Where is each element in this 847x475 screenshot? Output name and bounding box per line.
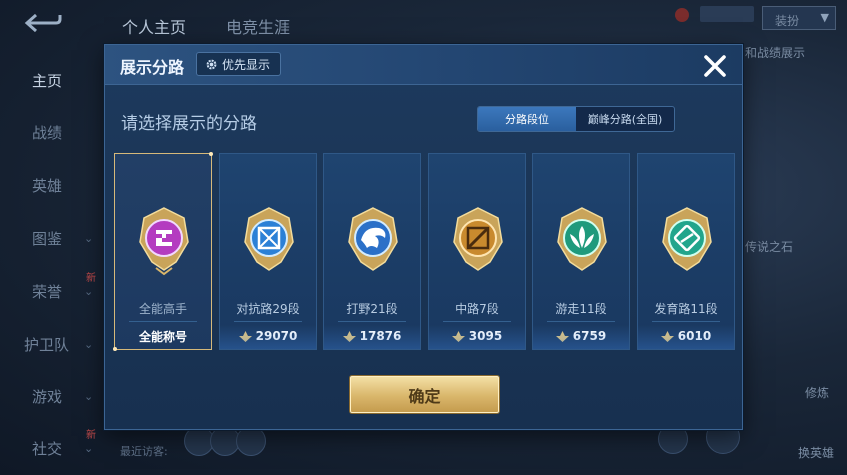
legend-stone-label: 传说之石 [745,240,794,254]
sidebar-item-label: 主页 [32,71,63,90]
clash-lane-badge-icon [244,207,294,271]
record-display-label: 和战绩展示 [745,46,806,60]
farm-lane-badge-icon [662,207,712,271]
sidebar-item-label: 荣誉 [32,282,63,301]
chevron-down-icon: ⌄ [84,441,94,455]
new-badge: 新 [86,430,96,441]
dialog-title: 展示分路 [120,58,185,77]
card-divider [129,321,197,322]
sidebar-item-record[interactable]: 战绩 [0,112,100,152]
chevron-down-icon: ⌄ [84,337,94,351]
sidebar-item-label: 英雄 [32,176,63,195]
mid-lane-badge-icon [453,207,503,271]
card-glow [429,325,525,349]
top-bar: 个人主页 电竞生涯 ▼ [0,0,847,44]
sidebar-item-label: 图鉴 [32,229,63,248]
lane-mode-toggle: 分路段位 巅峰分路(全国) [477,106,675,132]
gear-icon [206,59,217,69]
tab-esports-career[interactable]: 电竞生涯 [226,14,290,38]
lane-rank-label: 对抗路29段 [236,302,300,316]
sidebar-item-codex[interactable]: 图鉴 ⌄ [0,218,100,258]
card-divider [338,321,406,322]
all-round-badge-icon [139,207,189,276]
lane-rank-label: 游走11段 [555,302,607,316]
lane-rank-label: 发育路11段 [654,302,718,316]
tab-personal-home[interactable]: 个人主页 [122,14,186,38]
card-glow [638,325,734,349]
lane-rank-label: 全能高手 [138,302,187,316]
card-divider [443,321,511,322]
chevron-down-icon: ▼ [820,11,829,24]
sidebar-item-label: 护卫队 [24,335,70,354]
card-glow [324,325,420,349]
new-badge: 新 [86,273,96,284]
sidebar-item-label: 战绩 [32,123,63,142]
corner-dot [113,347,117,351]
card-divider [547,321,615,322]
sidebar-item-games[interactable]: 游戏 ⌄ [0,376,100,416]
roam-badge-icon [557,207,607,271]
sidebar-item-label: 游戏 [32,387,63,406]
toggle-peak-lane[interactable]: 巅峰分路(全国) [576,107,674,131]
lane-score-value: 全能称号 [138,329,187,344]
outfit-label[interactable]: 装扮 [775,12,799,29]
status-badge [700,6,754,22]
card-glow [220,325,316,349]
back-arrow-icon[interactable] [22,12,62,34]
card-glow [533,325,629,349]
chevron-down-icon: ⌄ [84,231,94,245]
confirm-button[interactable]: 确定 [350,376,499,413]
corner-dot [209,152,213,156]
sidebar-item-heroes[interactable]: 英雄 [0,165,100,205]
toggle-lane-rank[interactable]: 分路段位 [478,107,576,131]
lane-card-farm[interactable]: 发育路11段 6010 [637,153,735,350]
sidebar-item-home[interactable]: 主页 [0,60,100,100]
jungle-dragon-badge-icon [348,207,398,271]
lane-card-jungle[interactable]: 打野21段 17876 [323,153,421,350]
visitor-avatar[interactable] [236,426,266,456]
dialog-subtitle: 请选择展示的分路 [121,114,257,134]
lane-card-roam[interactable]: 游走11段 6759 [532,153,630,350]
lane-rank-label: 打野21段 [346,302,398,316]
recent-visitors-label: 最近访客: [120,445,168,458]
display-lane-dialog: 展示分路 优先显示 请选择展示的分路 分路段位 巅峰分路(全国) 全能高手 全能… [104,44,743,430]
sidebar-item-guard-team[interactable]: 护卫队 ⌄ [0,324,100,364]
lane-rank-label: 中路7段 [455,302,499,316]
training-label[interactable]: 修炼 [805,384,829,401]
chevron-down-icon: ⌄ [84,389,94,403]
sidebar-item-social[interactable]: 社交 新 ⌄ [0,428,100,468]
lane-card-all-round[interactable]: 全能高手 全能称号 [113,152,213,351]
lane-card-clash[interactable]: 对抗路29段 29070 [219,153,317,350]
card-divider [652,321,720,322]
card-divider [234,321,302,322]
avatar[interactable] [675,8,689,22]
lane-score: 全能称号 [115,327,211,345]
close-icon[interactable] [701,52,729,80]
switch-hero-label[interactable]: 换英雄 [798,444,834,461]
dialog-header: 展示分路 优先显示 [105,45,742,85]
chevron-down-icon: ⌄ [84,284,94,298]
priority-display-label: 优先显示 [222,57,271,72]
priority-display-button[interactable]: 优先显示 [196,52,282,76]
sidebar-item-honor[interactable]: 荣誉 新 ⌄ [0,271,100,311]
sidebar-item-label: 社交 [32,439,63,458]
lane-card-mid[interactable]: 中路7段 3095 [428,153,526,350]
